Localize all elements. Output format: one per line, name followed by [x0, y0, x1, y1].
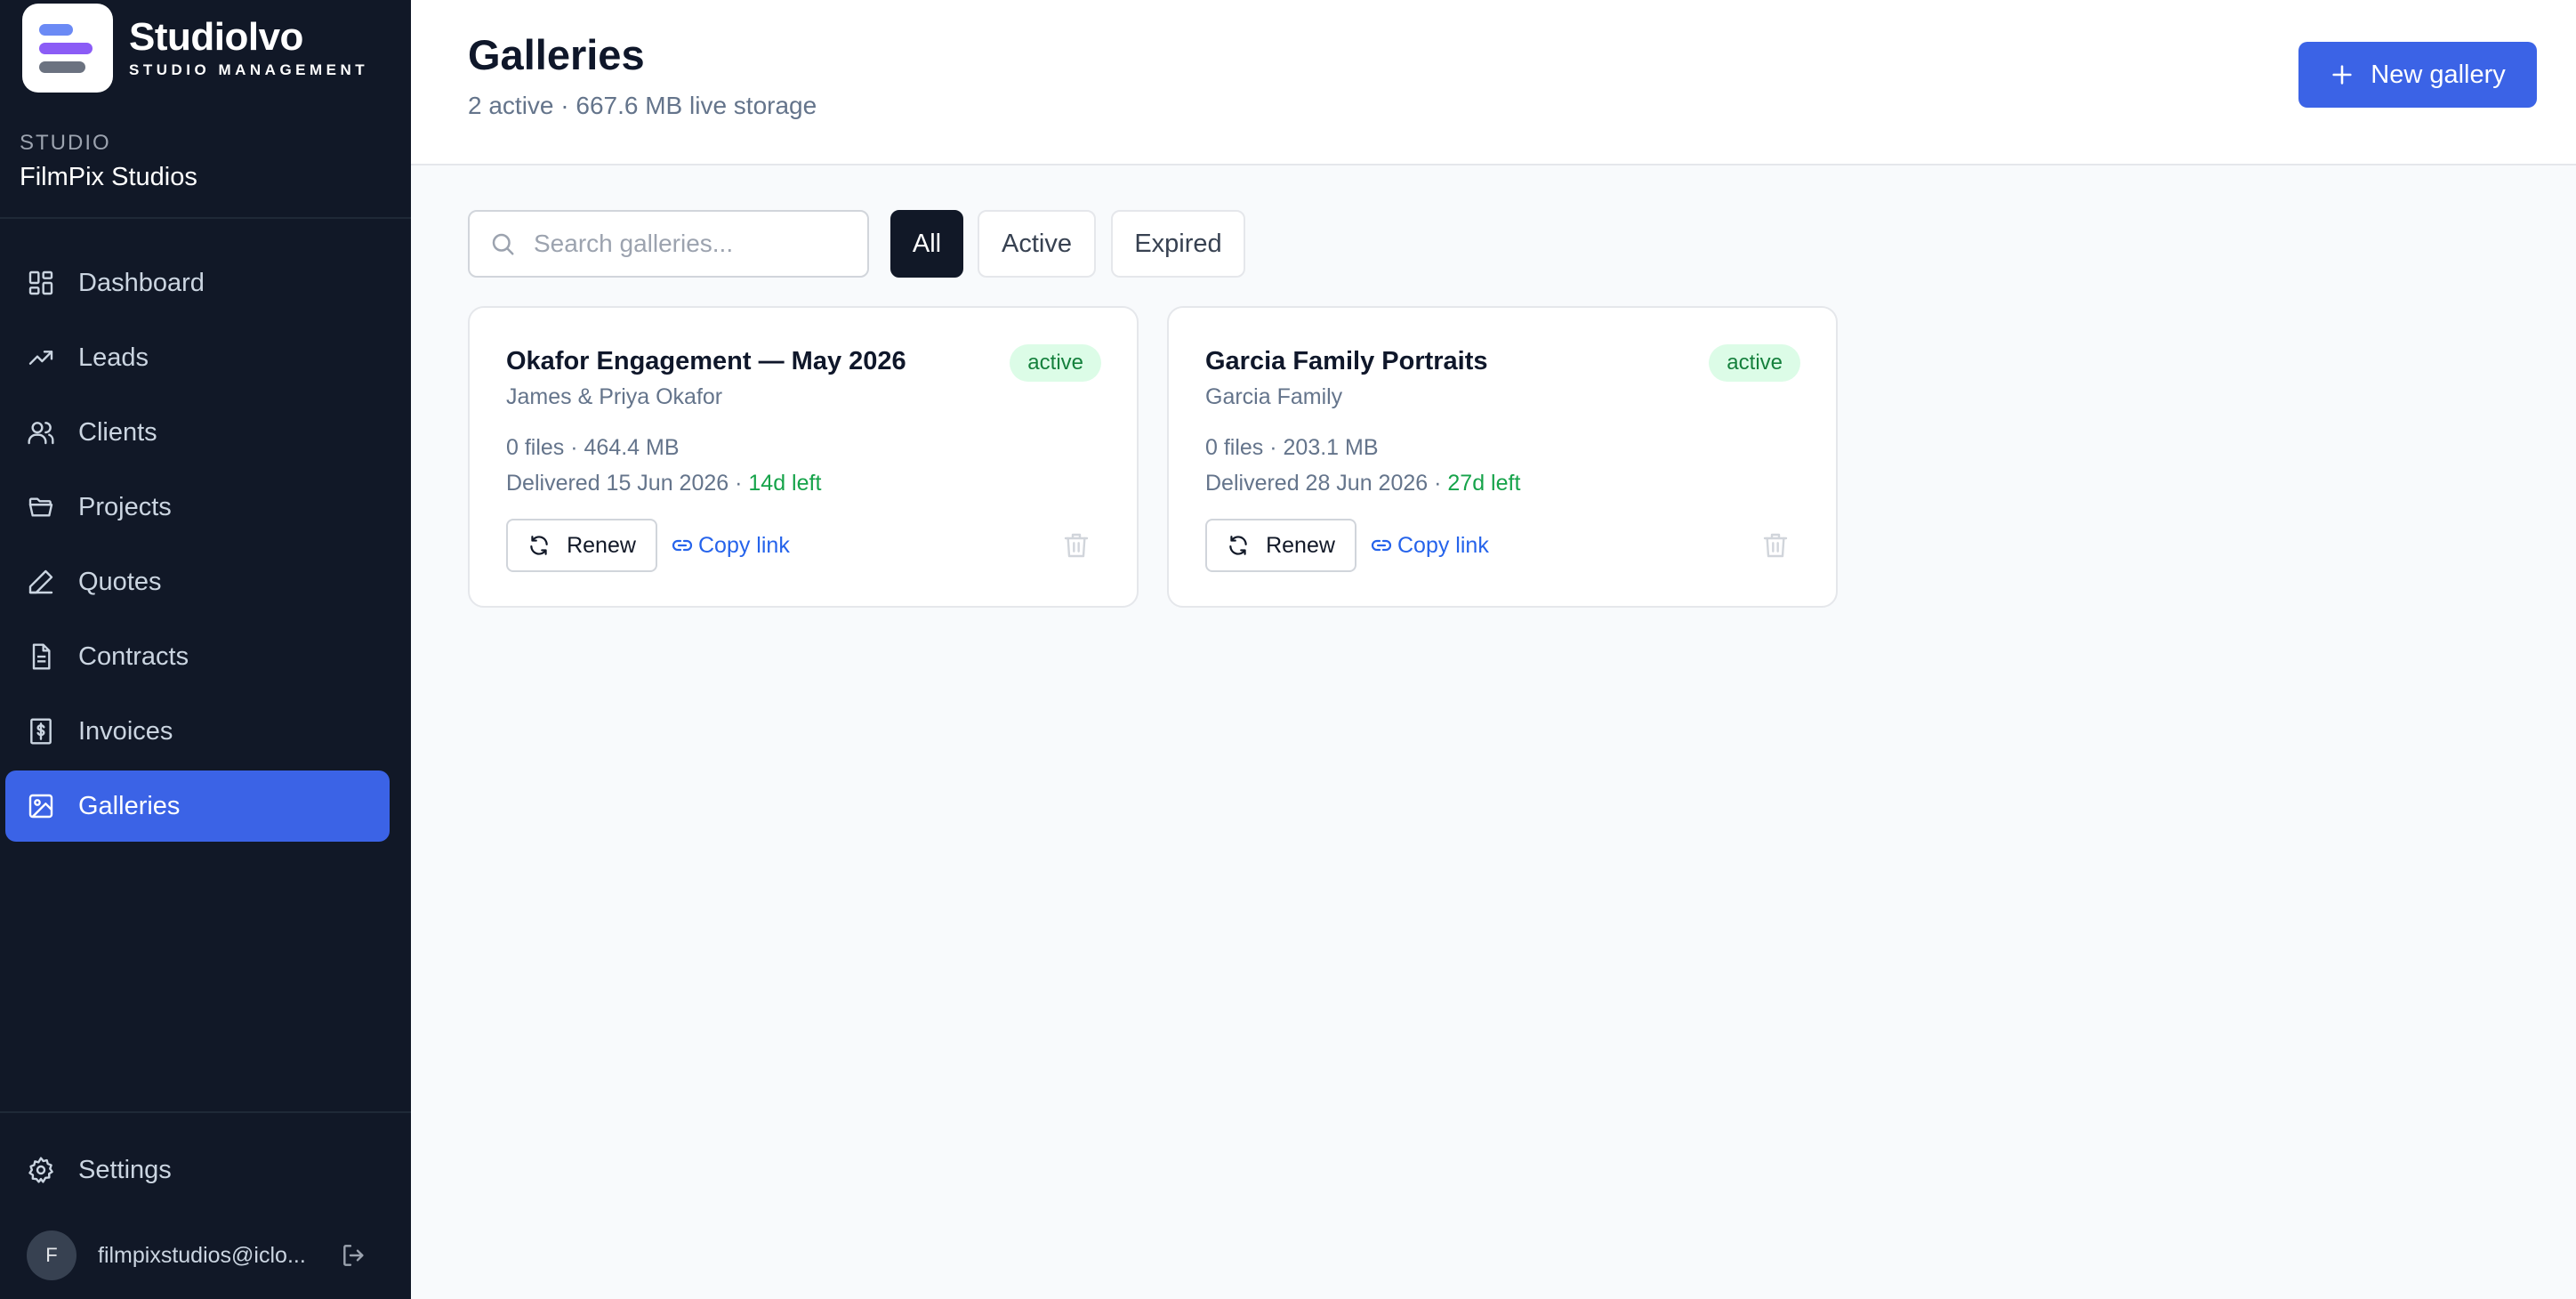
sidebar-item-leads[interactable]: Leads — [5, 322, 390, 393]
grid-icon — [28, 270, 53, 295]
sidebar-item-projects[interactable]: Projects — [5, 472, 390, 543]
status-badge: active — [1010, 344, 1101, 382]
gear-icon — [28, 1157, 53, 1183]
sidebar-item-label: Invoices — [78, 716, 173, 746]
sidebar-item-galleries[interactable]: Galleries — [5, 771, 390, 842]
sidebar-divider — [0, 217, 411, 219]
gallery-delivery: Delivered 28 Jun 2026 · 27d left — [1205, 471, 1520, 496]
sidebar: Studiolvo STUDIO MANAGEMENT STUDIO FilmP… — [0, 0, 411, 1299]
trash-icon[interactable] — [1761, 531, 1790, 560]
days-left: 14d left — [748, 471, 822, 496]
copy-link-label: Copy link — [1397, 532, 1489, 558]
sidebar-divider — [0, 1111, 411, 1113]
filter-expired-button[interactable]: Expired — [1111, 210, 1245, 278]
trash-icon[interactable] — [1062, 531, 1091, 560]
logo — [22, 4, 113, 93]
sidebar-item-contracts[interactable]: Contracts — [5, 621, 390, 692]
studio-label: STUDIO — [20, 131, 111, 155]
folder-icon — [28, 497, 53, 517]
sidebar-item-dashboard[interactable]: Dashboard — [5, 247, 390, 319]
sidebar-nav: Dashboard Leads Clients Projects Quotes … — [5, 247, 390, 845]
user-email: filmpixstudios@iclo... — [98, 1242, 306, 1268]
sidebar-item-label: Settings — [78, 1155, 172, 1184]
gallery-file-info: 0 files · 203.1 MB — [1205, 435, 1379, 460]
sidebar-item-label: Contracts — [78, 641, 189, 671]
trending-up-icon — [28, 351, 53, 365]
gallery-card[interactable]: Garcia Family Portraits active Garcia Fa… — [1167, 306, 1838, 608]
studio-name: FilmPix Studios — [20, 163, 197, 191]
sidebar-item-label: Clients — [78, 417, 157, 447]
sidebar-item-clients[interactable]: Clients — [5, 397, 390, 468]
gallery-delivery: Delivered 15 Jun 2026 · 14d left — [506, 471, 821, 496]
page-subtitle: 2 active · 667.6 MB live storage — [468, 92, 817, 119]
link-icon — [1371, 539, 1392, 552]
status-badge: active — [1709, 344, 1800, 382]
gallery-client: James & Priya Okafor — [506, 384, 723, 409]
settings-section: Settings — [5, 1134, 390, 1209]
invoice-icon — [30, 718, 52, 745]
sidebar-item-label: Quotes — [78, 567, 162, 596]
user-profile: F filmpixstudios@iclo... — [27, 1230, 382, 1280]
delivered-date: Delivered 15 Jun 2026 · — [506, 471, 749, 496]
users-icon — [28, 422, 54, 445]
document-icon — [32, 643, 51, 670]
sidebar-item-label: Leads — [78, 343, 149, 372]
page-header: Galleries 2 active · 667.6 MB live stora… — [411, 0, 2576, 165]
filter-active-button[interactable]: Active — [978, 210, 1096, 278]
search-box[interactable] — [468, 210, 869, 278]
sidebar-item-invoices[interactable]: Invoices — [5, 696, 390, 767]
sidebar-item-label: Dashboard — [78, 268, 205, 297]
sidebar-item-label: Galleries — [78, 791, 181, 820]
refresh-icon — [530, 536, 548, 555]
brand-name: Studiolvo — [129, 15, 303, 59]
brand-tagline: STUDIO MANAGEMENT — [129, 61, 369, 78]
gallery-card[interactable]: Okafor Engagement — May 2026 active Jame… — [468, 306, 1139, 608]
new-gallery-button[interactable]: New gallery — [2298, 42, 2537, 108]
sidebar-item-label: Projects — [78, 492, 172, 521]
plus-icon — [2332, 65, 2352, 85]
copy-link-button[interactable]: Copy link — [1371, 519, 1489, 572]
gallery-title: Garcia Family Portraits — [1205, 347, 1488, 375]
sidebar-item-quotes[interactable]: Quotes — [5, 546, 390, 617]
gallery-file-info: 0 files · 464.4 MB — [506, 435, 680, 460]
filter-all-button[interactable]: All — [890, 210, 963, 278]
renew-button[interactable]: Renew — [506, 519, 657, 572]
page-title: Galleries — [468, 31, 645, 78]
gallery-client: Garcia Family — [1205, 384, 1343, 409]
pen-icon — [28, 569, 53, 594]
days-left: 27d left — [1447, 471, 1521, 496]
image-icon — [28, 794, 53, 819]
avatar[interactable]: F — [27, 1230, 76, 1280]
sidebar-item-settings[interactable]: Settings — [5, 1134, 390, 1206]
logout-icon[interactable] — [340, 1241, 368, 1270]
gallery-title: Okafor Engagement — May 2026 — [506, 347, 906, 375]
search-input[interactable] — [534, 230, 854, 258]
new-gallery-label: New gallery — [2371, 60, 2506, 89]
renew-label: Renew — [1266, 532, 1335, 558]
copy-link-label: Copy link — [698, 532, 790, 558]
renew-label: Renew — [567, 532, 636, 558]
delivered-date: Delivered 28 Jun 2026 · — [1205, 471, 1448, 496]
link-icon — [672, 539, 693, 552]
copy-link-button[interactable]: Copy link — [672, 519, 790, 572]
brand[interactable]: Studiolvo STUDIO MANAGEMENT — [22, 4, 368, 93]
refresh-icon — [1229, 536, 1247, 555]
renew-button[interactable]: Renew — [1205, 519, 1356, 572]
search-icon — [492, 233, 514, 255]
